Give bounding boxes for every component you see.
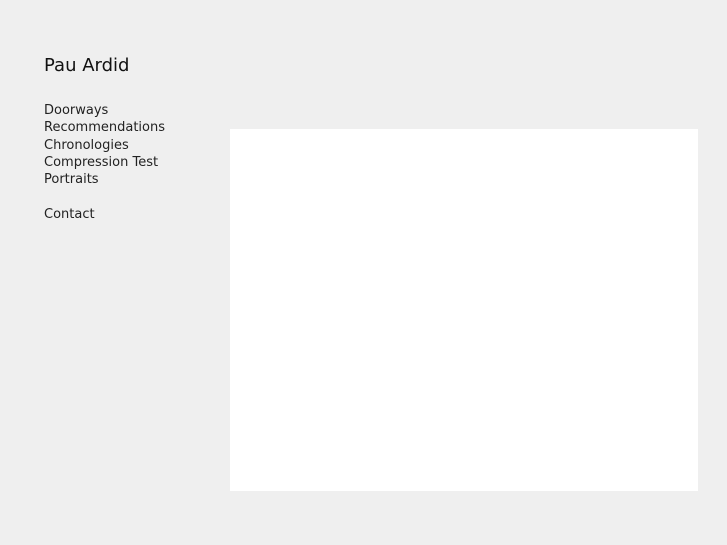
nav-link-chronologies[interactable]: Chronologies [44, 138, 129, 153]
nav-link-recommendations[interactable]: Recommendations [44, 120, 165, 135]
nav-item-chronologies: Chronologies [44, 137, 165, 154]
main-nav: Doorways Recommendations Chronologies Co… [44, 102, 165, 223]
nav-link-doorways[interactable]: Doorways [44, 103, 108, 118]
site-title[interactable]: Pau Ardid [44, 55, 129, 77]
main-image-panel [230, 129, 698, 491]
nav-link-compression-test[interactable]: Compression Test [44, 155, 158, 170]
nav-link-contact[interactable]: Contact [44, 207, 95, 222]
nav-item-compression-test: Compression Test [44, 154, 165, 171]
nav-spacer [44, 188, 165, 205]
nav-item-contact: Contact [44, 206, 165, 223]
nav-item-doorways: Doorways [44, 102, 165, 119]
nav-item-recommendations: Recommendations [44, 119, 165, 136]
nav-link-portraits[interactable]: Portraits [44, 172, 99, 187]
nav-item-portraits: Portraits [44, 171, 165, 188]
